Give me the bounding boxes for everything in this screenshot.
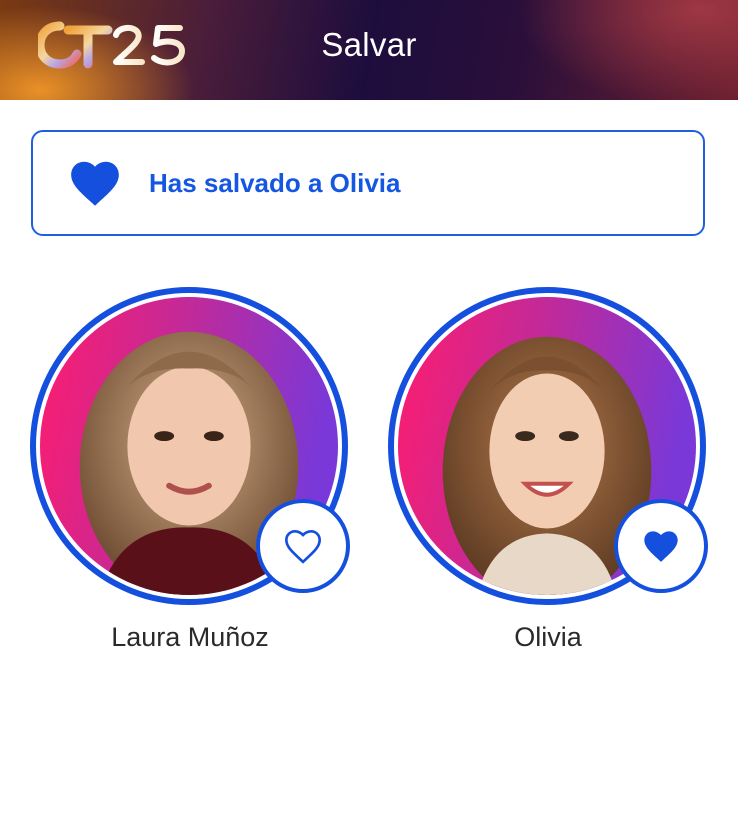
candidate-card-olivia[interactable]: Olivia	[388, 287, 708, 652]
app-screen: Salvar Has salvado a Olivia Laura Muñoz …	[0, 0, 738, 815]
candidate-name: Laura Muñoz	[111, 622, 269, 652]
save-candidate-button[interactable]	[256, 499, 350, 593]
saved-confirmation-banner: Has salvado a Olivia	[31, 130, 705, 236]
candidate-avatar-ring[interactable]	[388, 287, 708, 605]
page-title: Salvar	[321, 26, 417, 63]
heart-outline-icon	[284, 529, 322, 564]
heart-filled-icon	[71, 161, 119, 206]
saved-message: Has salvado a Olivia	[149, 167, 401, 198]
candidate-card-laura[interactable]: Laura Muñoz	[30, 287, 350, 652]
candidate-avatar-ring[interactable]	[30, 287, 350, 605]
save-candidate-button[interactable]	[614, 499, 708, 593]
heart-filled-icon	[644, 531, 678, 562]
candidate-name: Olivia	[514, 622, 582, 652]
header-bar: Salvar	[0, 0, 738, 100]
